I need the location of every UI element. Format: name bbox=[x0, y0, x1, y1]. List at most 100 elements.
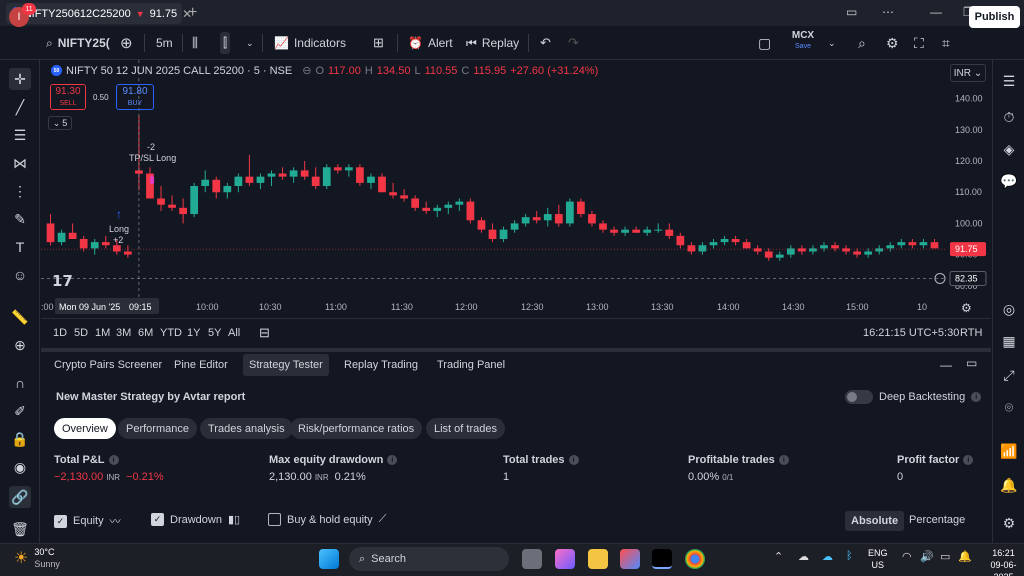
lightbulb-icon[interactable]: ⌾ bbox=[998, 396, 1020, 418]
checkbox-unchecked-icon[interactable] bbox=[268, 513, 281, 526]
chart-settings-icon[interactable]: ⚙ bbox=[961, 301, 972, 315]
help-icon[interactable]: ⚙ bbox=[998, 512, 1020, 534]
price-chart[interactable]: 140.00130.00120.00110.00100.0090.0080.00… bbox=[41, 60, 991, 318]
bluetooth-icon[interactable]: ᛒ bbox=[846, 550, 853, 562]
compare-symbol-icon[interactable]: ⊕ bbox=[120, 26, 133, 60]
bar-style-icon[interactable]: ⫼ bbox=[192, 26, 198, 60]
weather-widget[interactable]: ☀ 30°C Sunny bbox=[14, 546, 60, 570]
legend-title[interactable]: NIFTY 50 12 JUN 2025 CALL 25200 · 5 · NS… bbox=[66, 65, 292, 77]
notification-bell-icon[interactable]: 🔔 bbox=[958, 550, 972, 563]
new-tab-button[interactable]: + bbox=[188, 4, 197, 22]
chevron-down-icon[interactable]: ⌄ bbox=[246, 26, 254, 60]
signal-icon[interactable]: 📶 bbox=[998, 440, 1020, 462]
layers-icon[interactable]: ◈ bbox=[998, 138, 1020, 160]
zoom-icon[interactable]: ⊕ bbox=[9, 334, 31, 356]
templates-icon[interactable]: ⊞ bbox=[373, 26, 384, 60]
store-icon[interactable] bbox=[620, 549, 640, 569]
replay-button[interactable]: ⏮ Replay bbox=[466, 26, 519, 60]
range-1m[interactable]: 1M bbox=[95, 327, 110, 339]
interval-button[interactable]: 5m bbox=[156, 26, 173, 60]
equity-checkbox[interactable]: ✓ Equity 〰 bbox=[54, 513, 121, 529]
wifi-icon[interactable]: ◠ bbox=[902, 550, 912, 563]
onedrive-icon[interactable]: ☁ bbox=[822, 550, 833, 563]
absolute-button[interactable]: Absolute bbox=[845, 511, 905, 531]
tab-crypto-pairs-screener[interactable]: Crypto Pairs Screener bbox=[48, 354, 168, 376]
screen-layout-icon[interactable]: ▭ bbox=[846, 5, 857, 19]
language-indicator[interactable]: ENG US bbox=[868, 547, 888, 571]
percentage-button[interactable]: Percentage bbox=[909, 514, 965, 526]
quick-search-icon[interactable]: ⌕ bbox=[858, 26, 866, 60]
subtab-overview[interactable]: Overview bbox=[54, 418, 116, 439]
sell-button[interactable]: 91.30 SELL bbox=[50, 84, 86, 110]
minimize-panel-icon[interactable]: — bbox=[940, 358, 952, 372]
deep-backtesting-toggle[interactable]: Deep Backtesting i bbox=[845, 390, 982, 404]
patterns-icon[interactable]: ⋈ bbox=[9, 152, 31, 174]
cloud-icon[interactable]: ☁ bbox=[798, 550, 809, 563]
trend-icon[interactable]: ⤢ bbox=[998, 364, 1020, 386]
eye-icon[interactable]: ◉ bbox=[9, 456, 31, 478]
checkbox-checked-icon[interactable]: ✓ bbox=[151, 513, 164, 526]
task-view-icon[interactable] bbox=[522, 549, 542, 569]
tab-trading-panel[interactable]: Trading Panel bbox=[431, 354, 511, 376]
windows-start-icon[interactable] bbox=[319, 549, 339, 569]
fib-lines-icon[interactable]: ☰ bbox=[9, 124, 31, 146]
buy-button[interactable]: 91.80 BUY bbox=[116, 84, 154, 110]
subtab-performance[interactable]: Performance bbox=[118, 418, 197, 439]
brush-icon[interactable]: ✎ bbox=[9, 208, 31, 230]
subtab-risk-performance[interactable]: Risk/performance ratios bbox=[290, 418, 423, 439]
chart-clock[interactable]: 16:21:15 UTC+5:30 bbox=[863, 327, 959, 339]
bell-icon[interactable]: 🔔 bbox=[998, 474, 1020, 496]
indicators-button[interactable]: 📈 Indicators bbox=[274, 26, 346, 60]
chevron-up-icon[interactable]: ⌃ bbox=[774, 550, 783, 563]
target-icon[interactable]: ◎ bbox=[998, 298, 1020, 320]
range-all[interactable]: All bbox=[228, 327, 240, 339]
undo-icon[interactable]: ↶ bbox=[540, 26, 551, 60]
indicator-collapse-button[interactable]: ⌄ 5 bbox=[48, 116, 72, 130]
fullscreen-icon[interactable]: ⛶ bbox=[914, 26, 924, 60]
checkbox-checked-icon[interactable]: ✓ bbox=[54, 514, 67, 528]
more-icon[interactable]: ⋯ bbox=[882, 5, 894, 19]
toggle-switch[interactable] bbox=[845, 390, 873, 404]
text-icon[interactable]: T bbox=[9, 236, 31, 258]
file-explorer-icon[interactable] bbox=[588, 549, 608, 569]
symbol-search-button[interactable]: ⌕ NIFTY25( bbox=[46, 26, 110, 60]
copilot-icon[interactable] bbox=[555, 549, 575, 569]
range-5y[interactable]: 5Y bbox=[208, 327, 221, 339]
maximize-panel-icon[interactable]: ▭ bbox=[966, 356, 977, 370]
currency-selector[interactable]: INR ⌄ bbox=[950, 64, 986, 82]
layout-icon[interactable]: ▢ bbox=[758, 26, 771, 60]
alerts-clock-icon[interactable]: ⏱ bbox=[998, 106, 1020, 128]
link-icon[interactable]: 🔗 bbox=[9, 486, 31, 508]
calendar-icon[interactable]: ▦ bbox=[998, 330, 1020, 352]
range-ytd[interactable]: YTD bbox=[160, 327, 182, 339]
range-1d[interactable]: 1D bbox=[53, 327, 67, 339]
volume-icon[interactable]: 🔊 bbox=[920, 550, 934, 563]
range-3m[interactable]: 3M bbox=[116, 327, 131, 339]
publish-button[interactable]: Publish bbox=[969, 6, 1020, 28]
minimize-icon[interactable]: — bbox=[930, 5, 942, 19]
range-5d[interactable]: 5D bbox=[74, 327, 88, 339]
lock-drawing-icon[interactable]: ✐ bbox=[9, 400, 31, 422]
forecast-icon[interactable]: ⋮ bbox=[9, 180, 31, 202]
date-range-icon[interactable]: ⊟ bbox=[259, 325, 270, 341]
drawdown-checkbox[interactable]: ✓ Drawdown ▮▯ bbox=[151, 513, 240, 526]
trash-icon[interactable]: 🗑 bbox=[9, 518, 31, 540]
tradingview-app-icon[interactable] bbox=[652, 549, 672, 569]
magnet-icon[interactable]: ∩ bbox=[9, 372, 31, 394]
tab-pine-editor[interactable]: Pine Editor bbox=[168, 354, 234, 376]
range-1y[interactable]: 1Y bbox=[187, 327, 200, 339]
taskbar-search[interactable]: ⌕ Search bbox=[349, 547, 509, 571]
buy-hold-checkbox[interactable]: Buy & hold equity ⟋ bbox=[268, 513, 386, 526]
settings-icon[interactable]: ⚙ bbox=[886, 26, 899, 60]
range-6m[interactable]: 6M bbox=[138, 327, 153, 339]
exchange-selector[interactable]: MCX Save bbox=[788, 30, 818, 52]
chevron-down-icon[interactable]: ⌄ bbox=[828, 26, 836, 60]
system-clock[interactable]: 16:21 09-06-2025 bbox=[983, 547, 1024, 576]
camera-icon[interactable]: ⌗ bbox=[942, 26, 950, 60]
chat-icon[interactable]: 💬 bbox=[998, 170, 1020, 192]
chrome-icon[interactable] bbox=[685, 549, 705, 569]
ruler-icon[interactable]: 📏 bbox=[9, 306, 31, 328]
emoji-icon[interactable]: ☺ bbox=[9, 264, 31, 286]
subtab-list-of-trades[interactable]: List of trades bbox=[426, 418, 505, 439]
strategy-title[interactable]: New Master Strategy by Avtar report bbox=[56, 391, 245, 403]
